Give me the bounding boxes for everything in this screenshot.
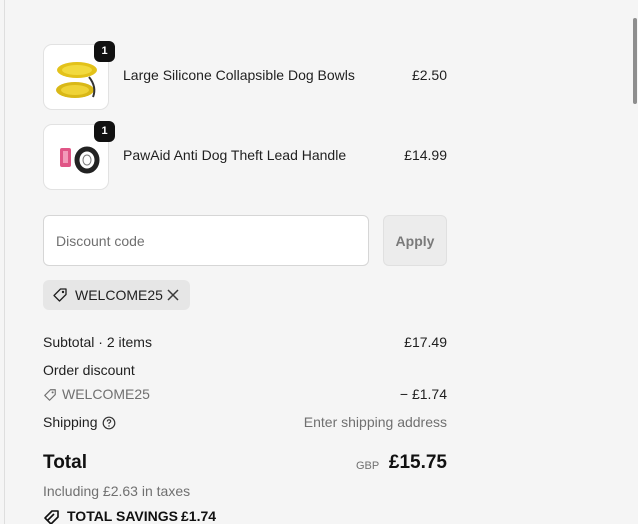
total-savings-value: £1.74 xyxy=(181,508,217,524)
total-savings-label: TOTAL SAVINGS xyxy=(67,508,178,524)
total-label: Total xyxy=(43,452,87,473)
item-name: Large Silicone Collapsible Dog Bowls xyxy=(123,67,355,83)
applied-discount-code: WELCOME25 xyxy=(75,287,163,303)
apply-discount-button[interactable]: Apply xyxy=(383,215,447,266)
order-discount-label: Order discount xyxy=(43,362,135,378)
tag-icon xyxy=(44,389,56,401)
item-price: £2.50 xyxy=(411,67,447,83)
help-circle-icon[interactable] xyxy=(102,416,116,430)
line-item: 1 PawAid Anti Dog Theft Lead Handle £14.… xyxy=(43,121,447,190)
shipping-value: Enter shipping address xyxy=(303,414,447,430)
currency-code: GBP xyxy=(356,460,380,472)
subtotal-value: £17.49 xyxy=(404,334,447,350)
product-thumbnail: 1 xyxy=(43,121,115,190)
savings-tag-icon xyxy=(44,510,59,524)
discount-code-input[interactable] xyxy=(43,215,369,266)
applied-discount-chip: WELCOME25 xyxy=(43,280,190,310)
quantity-badge: 1 xyxy=(94,41,115,62)
line-item: 1 Large Silicone Collapsible Dog Bowls £… xyxy=(43,41,447,110)
quantity-badge: 1 xyxy=(94,121,115,142)
total-value: £15.75 xyxy=(388,452,447,473)
scrollbar-thumb[interactable] xyxy=(633,18,637,104)
close-icon[interactable] xyxy=(166,288,180,302)
taxes-note: Including £2.63 in taxes xyxy=(43,483,191,499)
discount-code-label: WELCOME25 xyxy=(62,386,150,402)
item-name: PawAid Anti Dog Theft Lead Handle xyxy=(123,147,347,163)
subtotal-label: Subtotal · 2 items xyxy=(43,334,152,350)
shipping-label: Shipping xyxy=(43,414,98,430)
tag-icon xyxy=(53,288,67,302)
discount-amount: − £1.74 xyxy=(399,386,447,402)
item-price: £14.99 xyxy=(404,147,447,163)
product-thumbnail: 1 xyxy=(43,41,115,110)
